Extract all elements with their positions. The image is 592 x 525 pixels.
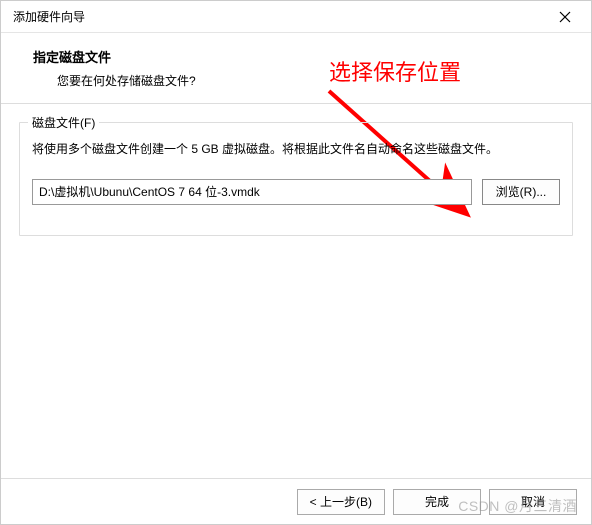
back-button[interactable]: < 上一步(B) xyxy=(297,489,385,515)
path-row: 浏览(R)... xyxy=(32,179,560,205)
window-title: 添加硬件向导 xyxy=(13,8,85,25)
disk-file-group: 磁盘文件(F) 将使用多个磁盘文件创建一个 5 GB 虚拟磁盘。将根据此文件名自… xyxy=(19,122,573,236)
close-icon xyxy=(559,11,571,23)
titlebar: 添加硬件向导 xyxy=(1,1,591,33)
finish-button[interactable]: 完成 xyxy=(393,489,481,515)
page-title: 指定磁盘文件 xyxy=(33,47,567,66)
group-legend-text: 磁盘文件(F) xyxy=(32,116,95,130)
wizard-dialog: 添加硬件向导 指定磁盘文件 您要在何处存储磁盘文件? 选择保存位置 磁盘文件(F… xyxy=(0,0,592,525)
footer: < 上一步(B) 完成 取消 xyxy=(1,478,591,524)
group-description: 将使用多个磁盘文件创建一个 5 GB 虚拟磁盘。将根据此文件名自动命名这些磁盘文… xyxy=(32,139,560,161)
cancel-button[interactable]: 取消 xyxy=(489,489,577,515)
browse-button[interactable]: 浏览(R)... xyxy=(482,179,560,205)
page-subtitle: 您要在何处存储磁盘文件? xyxy=(33,72,567,89)
content-area: 磁盘文件(F) 将使用多个磁盘文件创建一个 5 GB 虚拟磁盘。将根据此文件名自… xyxy=(1,104,591,236)
close-button[interactable] xyxy=(547,3,583,31)
disk-path-input[interactable] xyxy=(32,179,472,205)
browse-button-label: 浏览(R)... xyxy=(496,185,547,199)
wizard-header: 指定磁盘文件 您要在何处存储磁盘文件? xyxy=(1,33,591,104)
group-legend: 磁盘文件(F) xyxy=(28,114,99,131)
